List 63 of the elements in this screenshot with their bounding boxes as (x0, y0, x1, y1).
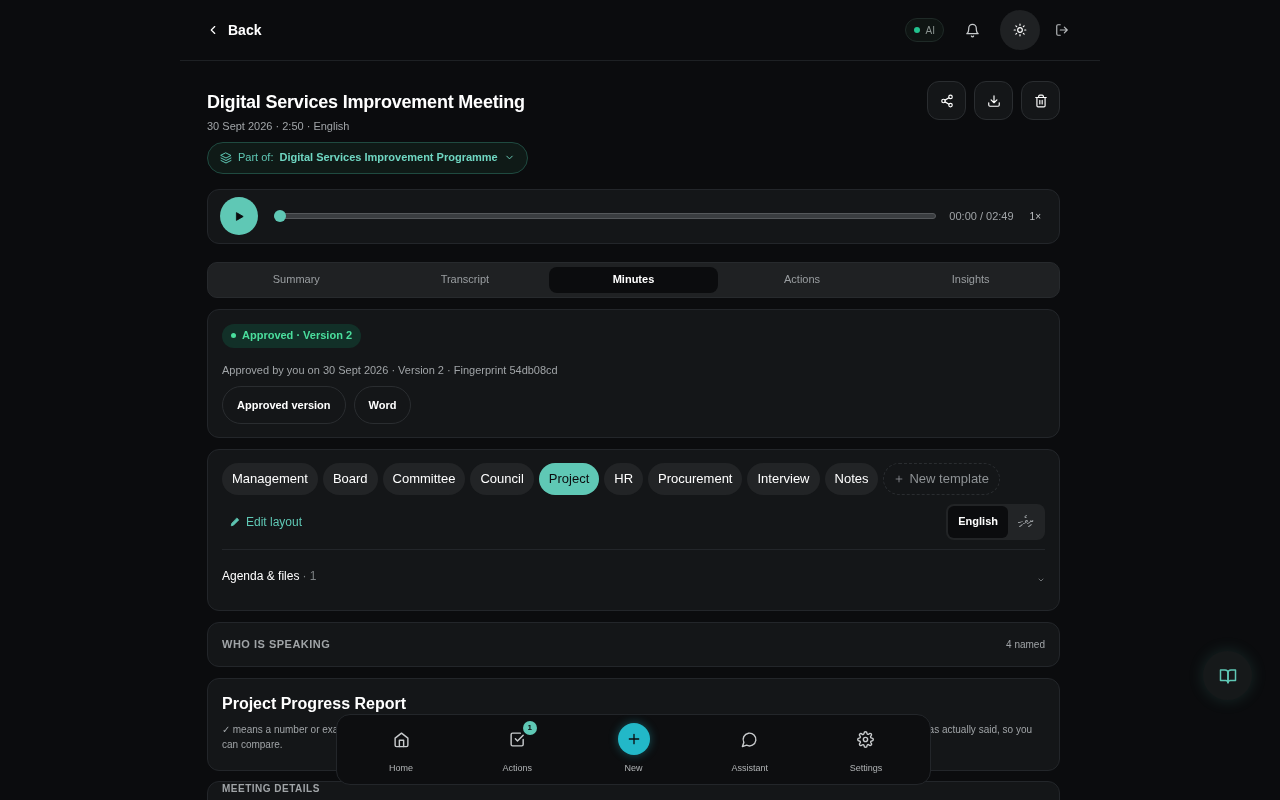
tab[interactable]: Transcript (380, 266, 550, 293)
report-title: Project Progress Report (222, 694, 408, 713)
programme-dropdown[interactable]: Part of: Digital Services Improvement Programme (207, 141, 528, 174)
template-chip[interactable]: Council (470, 462, 534, 495)
guide-button[interactable] (1203, 651, 1252, 700)
progress-thumb[interactable] (274, 210, 286, 222)
sun-icon (1013, 23, 1027, 37)
share-button[interactable] (927, 81, 966, 120)
section-heading: WHO IS SPEAKING (222, 636, 331, 652)
meeting-meta: 30 Sept 2026 · 2:50 · English (207, 119, 351, 134)
language-toggle[interactable]: English (948, 505, 1008, 538)
nav-item[interactable]: Settings (807, 723, 924, 776)
edit-layout-link[interactable]: Edit layout (230, 512, 303, 531)
tab[interactable]: Insights (886, 266, 1055, 293)
bell-icon (964, 22, 980, 38)
approval-details: Approved by you on 30 Sept 2026 · Version 2 · Fingerprint 54db08cd (222, 362, 558, 378)
ai-status-badge[interactable]: AI (904, 18, 944, 42)
trash-icon (1033, 93, 1048, 108)
layers-icon (220, 151, 232, 164)
checkbox-icon (508, 730, 526, 748)
plus-icon (894, 473, 905, 484)
playback-speed-button[interactable]: 1× (1023, 208, 1047, 224)
template-chip[interactable]: Board (322, 462, 378, 495)
template-chip[interactable]: HR (604, 462, 644, 495)
notification-badge: 1 (522, 721, 537, 736)
nav-item[interactable]: New (575, 723, 692, 776)
download-button[interactable] (974, 81, 1013, 120)
playback-time: 00:00 / 02:49 (949, 208, 1014, 224)
nav-item[interactable]: Home (343, 723, 460, 776)
tab[interactable]: Actions (717, 266, 887, 293)
template-chip[interactable]: Procurement (648, 462, 743, 495)
pencil-icon (230, 516, 240, 527)
agenda-count: · 1 (302, 567, 317, 585)
language-toggle[interactable]: ދިވެހި (1008, 505, 1043, 538)
agenda-row[interactable]: Agenda & files · 1 (222, 566, 1045, 585)
section-heading: MEETING DETAILS (222, 782, 320, 794)
template-chip[interactable]: Interview (747, 462, 820, 495)
download-icon (986, 93, 1001, 108)
report-description: can compare. (222, 737, 283, 752)
meeting-title: Digital Services Improvement Meeting (207, 91, 526, 114)
play-button[interactable] (220, 197, 258, 235)
home-icon (392, 730, 410, 748)
back-button[interactable]: Back (206, 19, 262, 41)
template-chip[interactable]: Project (538, 462, 600, 495)
book-icon (1218, 666, 1237, 685)
agenda-label: Agenda & files (222, 567, 300, 585)
delete-button[interactable] (1021, 81, 1060, 120)
template-chip[interactable]: Committee (382, 462, 466, 495)
logout-icon (1055, 23, 1069, 37)
tab[interactable]: Minutes (549, 266, 718, 293)
template-chip[interactable]: Management (222, 462, 318, 495)
theme-toggle-button[interactable] (1000, 10, 1040, 50)
play-icon (233, 210, 245, 222)
chat-icon (741, 730, 759, 748)
approval-badge: Approved · Version 2 (222, 323, 362, 348)
template-chip[interactable]: Notes (824, 462, 879, 495)
gear-icon (857, 730, 875, 748)
nav-item[interactable]: Assistant (691, 723, 808, 776)
nav-item[interactable]: 1 Actions (459, 723, 576, 776)
share-icon (939, 93, 954, 108)
progress-track[interactable] (274, 210, 937, 222)
tab[interactable]: Summary (212, 266, 381, 293)
speaker-count: 4 named (1006, 637, 1045, 652)
